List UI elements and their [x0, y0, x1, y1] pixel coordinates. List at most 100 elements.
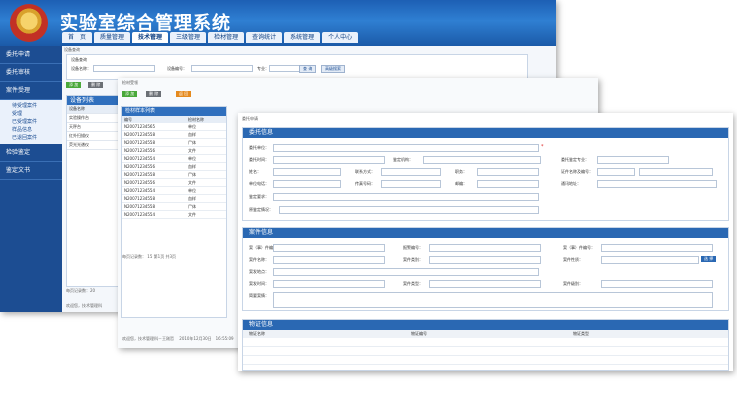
sidebar-subitem-accept[interactable]: 受理 [0, 110, 62, 118]
cell-name: 文件 [188, 180, 196, 185]
sidebar-subitem-accepted[interactable]: 已受理案件 [0, 118, 62, 126]
address-input[interactable] [597, 180, 717, 188]
sidebar-subitem-samples[interactable]: 样品信息 [0, 126, 62, 134]
cell-no: N20071234554 [124, 188, 155, 193]
pager-label: 每页记录数： [122, 254, 146, 259]
advanced-search-button[interactable]: 高级搜索 [321, 65, 345, 73]
table-row[interactable]: N20071234558 血样 [122, 195, 226, 203]
case-level-select[interactable] [601, 280, 713, 288]
case-name-input[interactable] [273, 256, 385, 264]
requirement-input[interactable] [273, 193, 539, 201]
pager-size-select[interactable]: 15 [147, 254, 152, 259]
alarm-no-input[interactable] [429, 244, 541, 252]
cell-no: N20071234558 [124, 132, 155, 137]
sidebar-item-inspect[interactable]: 检验鉴定 [0, 144, 62, 162]
tab-system[interactable]: 系统管理 [284, 32, 321, 43]
case-nature-input[interactable] [601, 256, 699, 264]
cell-no: N20071234554 [124, 156, 155, 161]
table-row[interactable]: N20071234558 尸体 [122, 171, 226, 179]
col-evidence-type: 物证类型 [573, 331, 589, 336]
select-button[interactable]: 选 择 [701, 256, 717, 262]
table-row[interactable]: N20071234565 单位 [122, 123, 226, 131]
pager-total: 共3页 [165, 254, 177, 259]
tab-tech[interactable]: 技术管理 [132, 32, 169, 43]
phone-input[interactable] [273, 180, 341, 188]
field-label: 原鉴定情况： [249, 207, 273, 212]
table-row[interactable]: N20071234558 血样 [122, 131, 226, 139]
sidebar-subitem-pending[interactable]: 待受理案件 [0, 102, 62, 110]
sidebar-item-review[interactable]: 委托审核 [0, 64, 62, 82]
tab-level3[interactable]: 三级管理 [170, 32, 207, 43]
delete-button[interactable]: 删 除 [88, 82, 104, 88]
table-row[interactable]: 荧光光谱仪 [67, 141, 119, 150]
cell-no: N20071234558 [124, 172, 155, 177]
table-row[interactable]: 实验操作台 [67, 114, 119, 123]
tab-material[interactable]: 检材管理 [208, 32, 245, 43]
back-button[interactable]: 返 回 [176, 91, 192, 97]
table-row[interactable]: N20071234556 文件 [122, 147, 226, 155]
sidebar-item-apply[interactable]: 委托申请 [0, 46, 62, 64]
table-row[interactable]: N20071234558 尸体 [122, 203, 226, 211]
table-row[interactable] [243, 338, 728, 347]
major-select[interactable] [597, 156, 669, 164]
table-row[interactable]: N20071234558 尸体 [122, 139, 226, 147]
field-label: 案件性质： [563, 257, 583, 262]
col-name: 检材名称 [188, 117, 204, 122]
add-button[interactable]: 添 加 [122, 91, 138, 97]
name-input[interactable] [93, 65, 155, 72]
cell-no: N20071234554 [124, 212, 155, 217]
table-row[interactable]: N20071234554 单位 [122, 187, 226, 195]
sidebar-subitem-returned[interactable]: 已退回案件 [0, 134, 62, 142]
section-commission: 委托信息 委托单位： * 委托时间： 鉴定机构： 委托鉴定专业： 姓名： 联系方… [242, 127, 729, 221]
delete-button[interactable]: 删 除 [146, 91, 162, 97]
no-input[interactable] [191, 65, 253, 72]
table-row[interactable]: N20071234554 单位 [122, 155, 226, 163]
query-button[interactable]: 查 询 [299, 65, 317, 73]
tab-query[interactable]: 查询统计 [246, 32, 283, 43]
case-time-input[interactable] [273, 280, 385, 288]
case-id-input[interactable] [601, 244, 713, 252]
field-label: 鉴定机构： [393, 157, 413, 162]
postcode-input[interactable] [477, 180, 539, 188]
title-select[interactable] [477, 168, 539, 176]
col-evidence-name: 物证名称 [249, 331, 265, 336]
case-summary-textarea[interactable] [273, 292, 713, 308]
status-footer: 欢迎您，技术管理科 [66, 303, 102, 308]
sidebar-item-documents[interactable]: 鉴定文书 [0, 162, 62, 180]
id-type-select[interactable] [597, 168, 635, 176]
previous-input[interactable] [279, 206, 539, 214]
field-label: 案件名称： [249, 257, 269, 262]
field-label: 姓名： [249, 169, 261, 174]
field-label: 证件名称及编号： [561, 169, 593, 174]
table-row[interactable]: 天秤台 [67, 123, 119, 132]
case-category-input[interactable] [429, 256, 541, 264]
agency-select[interactable] [423, 156, 541, 164]
tab-quality[interactable]: 质量管理 [94, 32, 131, 43]
tab-personal[interactable]: 个人中心 [322, 32, 359, 43]
add-button[interactable]: 添 加 [66, 82, 82, 88]
table-row[interactable]: N20071234556 文件 [122, 179, 226, 187]
tab-home[interactable]: 首 页 [62, 32, 93, 43]
commission-unit-input[interactable] [273, 144, 539, 152]
case-type-select[interactable] [429, 280, 541, 288]
case-no-input[interactable] [273, 244, 385, 252]
contact-input[interactable] [381, 168, 441, 176]
table-row[interactable] [243, 356, 728, 365]
field-label: 案件级别： [563, 281, 583, 286]
case-location-input[interactable] [273, 268, 539, 276]
table-row[interactable]: 红外扫描仪 [67, 132, 119, 141]
pager: 每页记录数：20 [66, 288, 95, 294]
name-input[interactable] [273, 168, 341, 176]
sidebar-item-accept[interactable]: 案件受理 [0, 82, 62, 100]
breadcrumb: 设备查询 [64, 47, 80, 52]
table-row[interactable]: N20071234554 文件 [122, 211, 226, 219]
commission-time-input[interactable] [273, 156, 385, 164]
footer-date: 2010年12月30日 16:55:09 [179, 336, 234, 341]
table-row[interactable]: N20071234556 血样 [122, 163, 226, 171]
equipment-list: 设备列表 设备名称 实验操作台 天秤台 红外扫描仪 荧光光谱仪 [66, 95, 120, 287]
table-row[interactable] [243, 347, 728, 356]
id-number-input[interactable] [639, 168, 713, 176]
pager-size-select[interactable]: 20 [90, 288, 95, 293]
fax-input[interactable] [381, 180, 441, 188]
cell-no: N20071234556 [124, 164, 155, 169]
